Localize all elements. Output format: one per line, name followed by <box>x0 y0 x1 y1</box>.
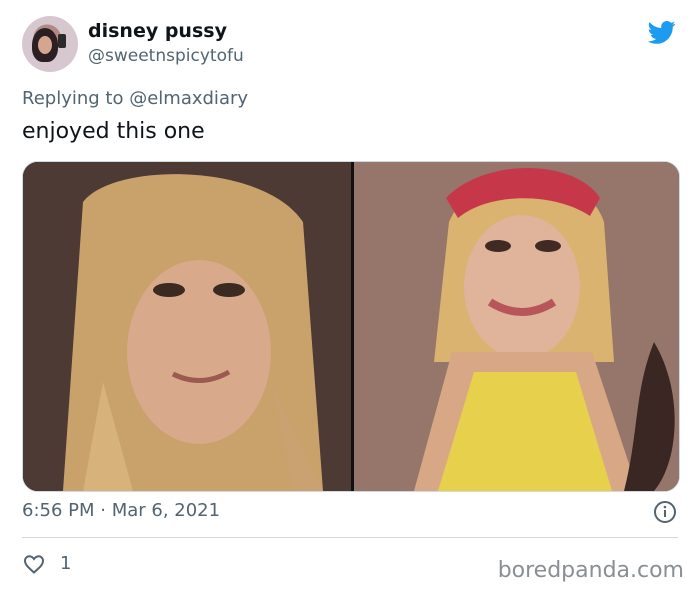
watermark: boredpanda.com <box>497 558 684 583</box>
heart-icon[interactable] <box>22 552 46 576</box>
separator <box>22 537 678 538</box>
info-icon[interactable] <box>653 500 677 524</box>
like-count[interactable]: 1 <box>60 553 71 574</box>
tweet-card: disney pussy @sweetnspicytofu Replying t… <box>0 0 700 592</box>
media-photo-left[interactable] <box>23 162 351 491</box>
tweet-media[interactable] <box>22 161 680 492</box>
avatar[interactable] <box>22 16 78 72</box>
user-handle[interactable]: @sweetnspicytofu <box>88 46 244 66</box>
tweet-timestamp[interactable]: 6:56 PM · Mar 6, 2021 <box>22 500 220 521</box>
woman-portrait-right <box>354 162 679 491</box>
reply-context: Replying to @elmaxdiary <box>22 88 248 109</box>
display-name[interactable]: disney pussy <box>88 20 227 42</box>
woman-portrait-left <box>23 162 351 491</box>
reply-prefix: Replying to <box>22 88 124 109</box>
twitter-bird-icon[interactable] <box>646 18 678 46</box>
media-photo-right[interactable] <box>354 162 679 491</box>
avatar-phone <box>58 34 66 48</box>
reply-mention[interactable]: @elmaxdiary <box>129 88 248 109</box>
tweet-text: enjoyed this one <box>22 119 205 144</box>
avatar-face <box>38 36 52 54</box>
